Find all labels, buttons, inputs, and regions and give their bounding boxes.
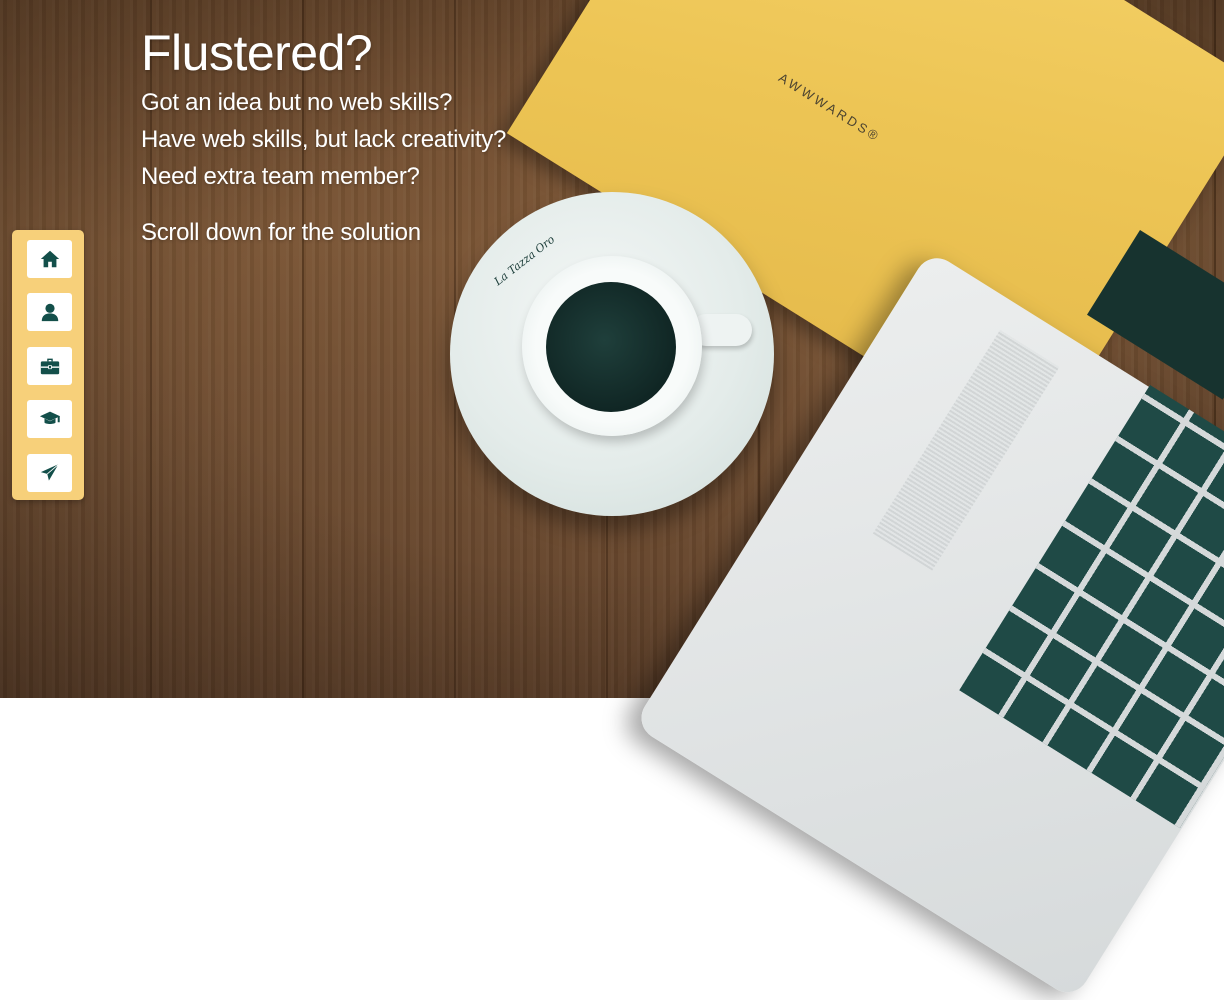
nav-home-button[interactable] — [27, 240, 72, 278]
nav-contact-button[interactable] — [27, 454, 72, 492]
hero-line-3: Need extra team member? — [141, 163, 420, 190]
briefcase-icon — [40, 358, 59, 375]
hero-line-2: Have web skills, but lack creativity? — [141, 126, 507, 153]
hero-line-1: Got an idea but no web skills? — [141, 89, 453, 116]
nav-work-button[interactable] — [27, 347, 72, 385]
graduation-cap-icon — [39, 411, 60, 425]
coffee — [546, 282, 676, 412]
nav-about-button[interactable] — [27, 293, 72, 331]
scroll-hint: Scroll down for the solution — [141, 219, 421, 246]
user-icon — [41, 303, 58, 322]
home-icon — [40, 250, 59, 268]
hero-section: Flustered? Got an idea but no web skills… — [141, 22, 506, 251]
hero-title: Flustered? — [141, 25, 373, 81]
paper-plane-icon — [40, 463, 60, 482]
nav-education-button[interactable] — [27, 400, 72, 438]
side-navigation — [12, 230, 84, 500]
